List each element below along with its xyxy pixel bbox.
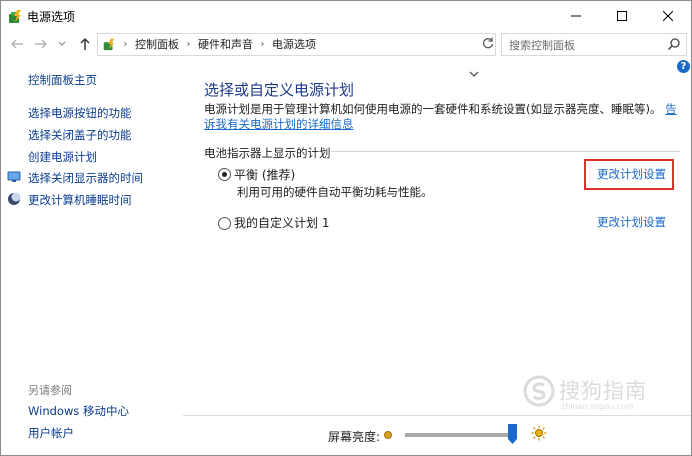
address-bar[interactable]: › 控制面板 › 硬件和声音 › 电源选项 — [97, 33, 496, 56]
watermark-url: zhinan.sogou.com — [561, 402, 634, 411]
brightness-slider-fill — [405, 433, 512, 437]
plan-custom-name[interactable]: 我的自定义计划 1 — [234, 214, 329, 231]
maximize-icon — [617, 11, 627, 21]
brightness-slider-thumb[interactable] — [507, 424, 517, 444]
up-arrow-icon[interactable] — [77, 36, 93, 52]
close-button[interactable] — [645, 1, 691, 31]
group-divider — [331, 151, 680, 152]
recent-locations-chevron-icon[interactable] — [57, 36, 67, 52]
search-placeholder: 搜索控制面板 — [509, 39, 575, 52]
help-button[interactable]: ? — [677, 60, 690, 73]
breadcrumb-control-panel[interactable]: 控制面板 — [135, 38, 179, 51]
description-text: 电源计划是用于管理计算机如何使用电源的一套硬件和系统设置(如显示器亮度、睡眠等)… — [204, 102, 662, 116]
sidebar-item-create-plan[interactable]: 创建电源计划 — [28, 149, 97, 165]
breadcrumb-hardware-and-sound[interactable]: 硬件和声音 — [198, 38, 253, 51]
power-options-window: 电源选项 › 控制面板 › 硬件和声音 › 电源选项 搜索控制面板 ? 控制面板… — [0, 0, 692, 456]
sidebar-item-lid-close[interactable]: 选择关闭盖子的功能 — [28, 127, 132, 143]
sidebar-control-panel-home[interactable]: 控制面板主页 — [28, 72, 97, 88]
sleep-moon-icon — [8, 192, 21, 205]
sogou-watermark: 搜狗指南 zhinan.sogou.com — [521, 373, 686, 413]
plan-balanced-description: 利用可用的硬件自动平衡功耗与性能。 — [237, 185, 433, 199]
close-icon — [663, 11, 673, 21]
breadcrumb-power-options[interactable]: 电源选项 — [272, 38, 316, 51]
search-box[interactable]: 搜索控制面板 — [501, 33, 687, 56]
plan-group-label: 电池指示器上显示的计划 — [204, 146, 331, 160]
sidebar-item-display-off[interactable]: 选择关闭显示器的时间 — [28, 170, 143, 186]
bottom-divider — [183, 415, 691, 416]
maximize-button[interactable] — [599, 1, 645, 31]
sogou-logo-icon — [523, 375, 555, 407]
plan-custom-change-settings-link[interactable]: 更改计划设置 — [597, 214, 666, 230]
screen-brightness-label: 屏幕亮度: — [328, 430, 381, 444]
brightness-slider-track[interactable] — [405, 433, 515, 437]
breadcrumb-chevron-icon: › — [123, 38, 128, 50]
watermark-text: 搜狗指南 — [559, 379, 647, 403]
page-title: 选择或自定义电源计划 — [204, 81, 355, 99]
breadcrumb-chevron-icon: › — [260, 38, 265, 50]
title-bar: 电源选项 — [1, 1, 691, 31]
radio-selected-dot — [222, 172, 227, 177]
page-description: 电源计划是用于管理计算机如何使用电源的一套硬件和系统设置(如显示器亮度、睡眠等)… — [204, 102, 682, 132]
plan-balanced-radio[interactable] — [218, 168, 231, 181]
sidebar-item-power-button[interactable]: 选择电源按钮的功能 — [28, 105, 132, 121]
minimize-button[interactable] — [553, 1, 599, 31]
refresh-icon[interactable] — [481, 36, 495, 50]
see-also-windows-mobility-center[interactable]: Windows 移动中心 — [28, 403, 129, 419]
control-panel-icon — [103, 38, 115, 51]
back-arrow-icon[interactable] — [9, 36, 25, 52]
plan-balanced-name[interactable]: 平衡 (推荐) — [234, 166, 295, 183]
annotation-highlight-box — [584, 159, 674, 190]
see-also-heading: 另请参阅 — [28, 384, 72, 397]
forward-arrow-icon[interactable] — [33, 36, 49, 52]
navigation-bar: › 控制面板 › 硬件和声音 › 电源选项 搜索控制面板 — [1, 31, 691, 77]
display-icon — [7, 171, 21, 182]
window-title: 电源选项 — [27, 10, 76, 24]
sidebar-item-sleep-time[interactable]: 更改计算机睡眠时间 — [28, 192, 132, 208]
brightness-low-icon — [384, 431, 392, 439]
minimize-icon — [571, 15, 581, 17]
see-also-user-accounts[interactable]: 用户帐户 — [28, 425, 74, 441]
address-dropdown-icon[interactable] — [467, 67, 481, 81]
breadcrumb-chevron-icon: › — [186, 38, 191, 50]
plan-custom-radio[interactable] — [218, 217, 231, 230]
search-icon[interactable] — [667, 37, 681, 51]
brightness-high-icon — [531, 425, 547, 441]
power-options-icon — [9, 10, 21, 23]
